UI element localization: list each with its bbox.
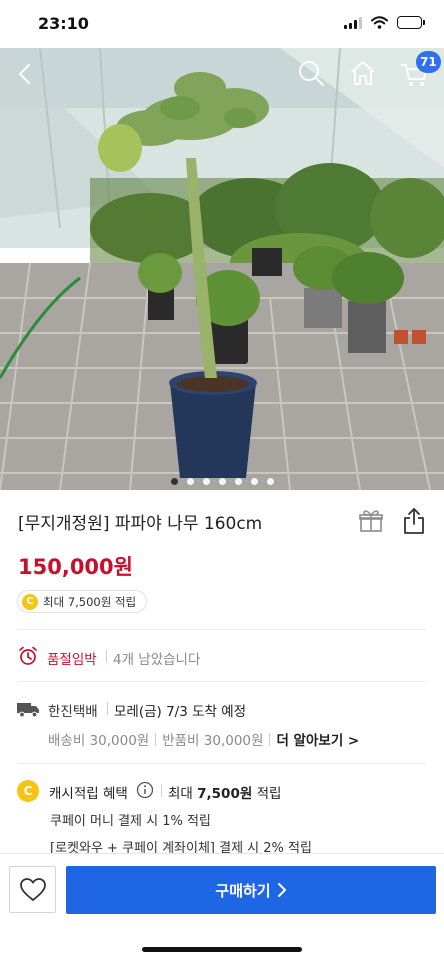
share-icon[interactable] — [402, 507, 426, 535]
wishlist-button[interactable] — [9, 866, 56, 913]
carousel-dot[interactable] — [250, 478, 258, 485]
divider — [18, 681, 426, 682]
buy-button-label: 구매하기 — [215, 881, 271, 900]
carousel-dot[interactable] — [266, 478, 274, 485]
separator — [106, 650, 107, 663]
status-time: 23:10 — [38, 14, 89, 33]
cellular-signal-icon — [344, 16, 362, 29]
arrival-estimate: 모레(금) 7/3 도착 예정 — [114, 704, 247, 720]
search-icon[interactable] — [296, 58, 326, 88]
info-icon[interactable] — [136, 781, 154, 799]
carousel-dot[interactable] — [170, 478, 178, 485]
status-bar: 23:10 — [0, 0, 444, 48]
home-icon[interactable] — [348, 58, 378, 88]
cart-count-badge: 71 — [416, 51, 441, 73]
cashback-coin-icon: C — [17, 780, 39, 802]
shipping-fee: 배송비 30,000원 — [48, 733, 150, 749]
coin-icon: C — [22, 593, 38, 610]
stock-remaining-text: 4개 남았습니다 — [113, 652, 201, 668]
truck-icon — [17, 703, 39, 718]
battery-icon — [397, 16, 425, 29]
separator — [155, 732, 157, 746]
cashback-max: 최대 7,500원 적립 — [168, 782, 281, 802]
cashback-max-suffix: 적립 — [256, 786, 282, 802]
product-title: [무지개정원] 파파야 나무 160cm — [18, 514, 263, 534]
carousel-dot[interactable] — [186, 478, 194, 485]
learn-more-link[interactable]: 더 알아보기 > — [276, 729, 359, 749]
return-fee: 반품비 30,000원 — [162, 733, 264, 749]
separator — [161, 784, 162, 797]
stock-warning-label: 품절임박 — [47, 652, 97, 668]
cashback-max-prefix: 최대 — [168, 786, 193, 802]
buy-button[interactable]: 구매하기 — [66, 866, 436, 914]
reward-text: 최대 7,500원 적립 — [43, 594, 137, 609]
fee-row: 배송비 30,000원 반품비 30,000원 더 알아보기 > — [48, 729, 359, 749]
product-image-carousel[interactable]: 71 — [0, 48, 444, 490]
product-price: 150,000원 — [18, 555, 133, 579]
chevron-right-icon — [277, 883, 286, 897]
carousel-indicator — [0, 478, 444, 485]
separator — [269, 732, 271, 746]
cashback-condition-1: 쿠페이 머니 결제 시 1% 적립 — [50, 814, 211, 829]
reward-badge: C 최대 7,500원 적립 — [17, 590, 148, 613]
wifi-icon — [371, 16, 388, 29]
carousel-dot[interactable] — [218, 478, 226, 485]
cashback-title: 캐시적립 혜택 — [49, 786, 128, 802]
heart-icon — [19, 877, 46, 901]
back-icon[interactable] — [12, 60, 40, 88]
product-photo — [0, 48, 444, 490]
divider — [18, 629, 426, 630]
carousel-dot[interactable] — [202, 478, 210, 485]
separator — [107, 702, 108, 715]
cashback-max-amount: 7,500원 — [197, 786, 253, 802]
gift-icon[interactable] — [358, 508, 384, 534]
bottom-action-bar: 구매하기 — [0, 853, 444, 960]
divider — [18, 763, 426, 764]
home-indicator — [142, 947, 302, 952]
alarm-clock-icon — [19, 646, 37, 665]
carousel-dot[interactable] — [234, 478, 242, 485]
status-icons — [344, 16, 425, 29]
carrier-name: 한진택배 — [48, 704, 98, 720]
